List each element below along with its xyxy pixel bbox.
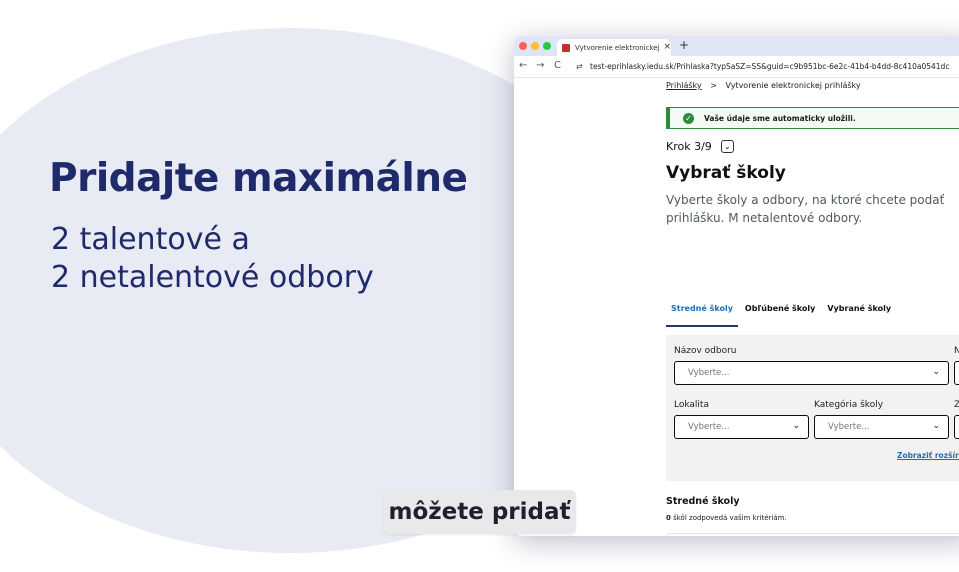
reload-icon[interactable]: C [554, 60, 561, 71]
site-settings-icon[interactable]: ⇄ [576, 62, 583, 71]
chevron-down-icon[interactable]: ⌄ [720, 140, 734, 153]
caption-text: môžete pridať [383, 490, 576, 534]
tab-close-icon[interactable]: × [663, 43, 671, 52]
check-circle-icon: ✓ [683, 112, 694, 124]
window-zoom-dot[interactable] [543, 42, 551, 50]
results-count: 0 škôl zodpovedá vašim kritériám. [666, 514, 787, 522]
step-indicator: Krok 3/9 ⌄ [666, 140, 734, 153]
browser-tab[interactable]: Vytvorenie elektronickej prihl × [557, 39, 671, 56]
right-filter-label-1: N [954, 346, 959, 356]
right-select-2[interactable] [954, 415, 959, 439]
locality-select[interactable]: Vyberte... ⌄ [674, 415, 809, 439]
breadcrumb-current: Vytvorenie elektronickej prihlášky [725, 81, 861, 90]
address-bar: ← → C ⇄ test-eprihlasky.iedu.sk/Prihlask… [514, 56, 959, 78]
forward-arrow-icon[interactable]: → [536, 60, 544, 71]
right-filter-label-2: Z [954, 400, 959, 410]
page-content: Prihlášky > Vytvorenie elektronickej pri… [514, 78, 959, 536]
slide-subline-1: 2 talentové a [51, 222, 250, 257]
slide-headline: Pridajte maximálne [49, 156, 468, 201]
locality-select-value: Vyberte... [688, 422, 730, 432]
field-select-value: Vyberte... [688, 368, 730, 378]
breadcrumb-separator-icon: > [710, 81, 717, 90]
breadcrumb-link-prihlasky[interactable]: Prihlášky [666, 81, 702, 90]
step-label: Krok 3/9 [666, 140, 712, 153]
autosave-message: Vaše údaje sme automaticky uložili. [704, 113, 856, 123]
results-title: Stredné školy [666, 496, 740, 507]
site-favicon-icon [562, 43, 570, 52]
page-title: Vybrať školy [666, 163, 786, 183]
slide: Pridajte maximálne 2 talentové a 2 netal… [0, 0, 959, 572]
breadcrumb: Prihlášky > Vytvorenie elektronickej pri… [666, 81, 861, 90]
show-advanced-filters-link[interactable]: Zobraziť rozšírené [897, 451, 959, 460]
autosave-alert: ✓ Vaše údaje sme automaticky uložili. [666, 107, 959, 129]
chevron-down-icon: ⌄ [932, 367, 940, 377]
new-tab-button[interactable]: + [679, 38, 689, 52]
field-select[interactable]: Vyberte... ⌄ [674, 361, 949, 385]
locality-label: Lokalita [674, 400, 709, 410]
tab-vybrane-skoly[interactable]: Vybrané školy [822, 300, 896, 327]
field-label: Názov odboru [674, 346, 737, 356]
school-tabs: Stredné školy Obľúbené školy Vybrané ško… [666, 300, 898, 327]
chevron-down-icon: ⌄ [932, 421, 940, 431]
right-select-1[interactable] [954, 361, 959, 385]
tab-stredne-skoly[interactable]: Stredné školy [666, 300, 738, 327]
category-label: Kategória školy [814, 400, 884, 410]
chevron-down-icon: ⌄ [792, 421, 800, 431]
results-list [666, 533, 959, 536]
browser-tab-bar: Vytvorenie elektronickej prihl × + [514, 36, 959, 56]
slide-subline-2: 2 netalentové odbory [51, 260, 374, 295]
window-minimize-dot[interactable] [531, 42, 539, 50]
url-field[interactable]: test-eprihlasky.iedu.sk/Prihlaska?typSaS… [590, 62, 949, 71]
results-count-number: 0 [666, 514, 671, 522]
back-arrow-icon[interactable]: ← [519, 60, 527, 71]
window-close-dot[interactable] [519, 42, 527, 50]
browser-tab-title: Vytvorenie elektronickej prihl [575, 43, 660, 52]
results-count-text: škôl zodpovedá vašim kritériám. [673, 514, 787, 522]
tab-oblubene-skoly[interactable]: Obľúbené školy [740, 300, 820, 327]
browser-window: Vytvorenie elektronickej prihl × + ← → C… [514, 36, 959, 536]
filter-panel: Názov odboru N Vyberte... ⌄ Lokalita Kat… [666, 335, 959, 481]
page-description: Vyberte školy a odbory, na ktoré chcete … [666, 193, 945, 225]
category-select-value: Vyberte... [828, 422, 870, 432]
category-select[interactable]: Vyberte... ⌄ [814, 415, 949, 439]
